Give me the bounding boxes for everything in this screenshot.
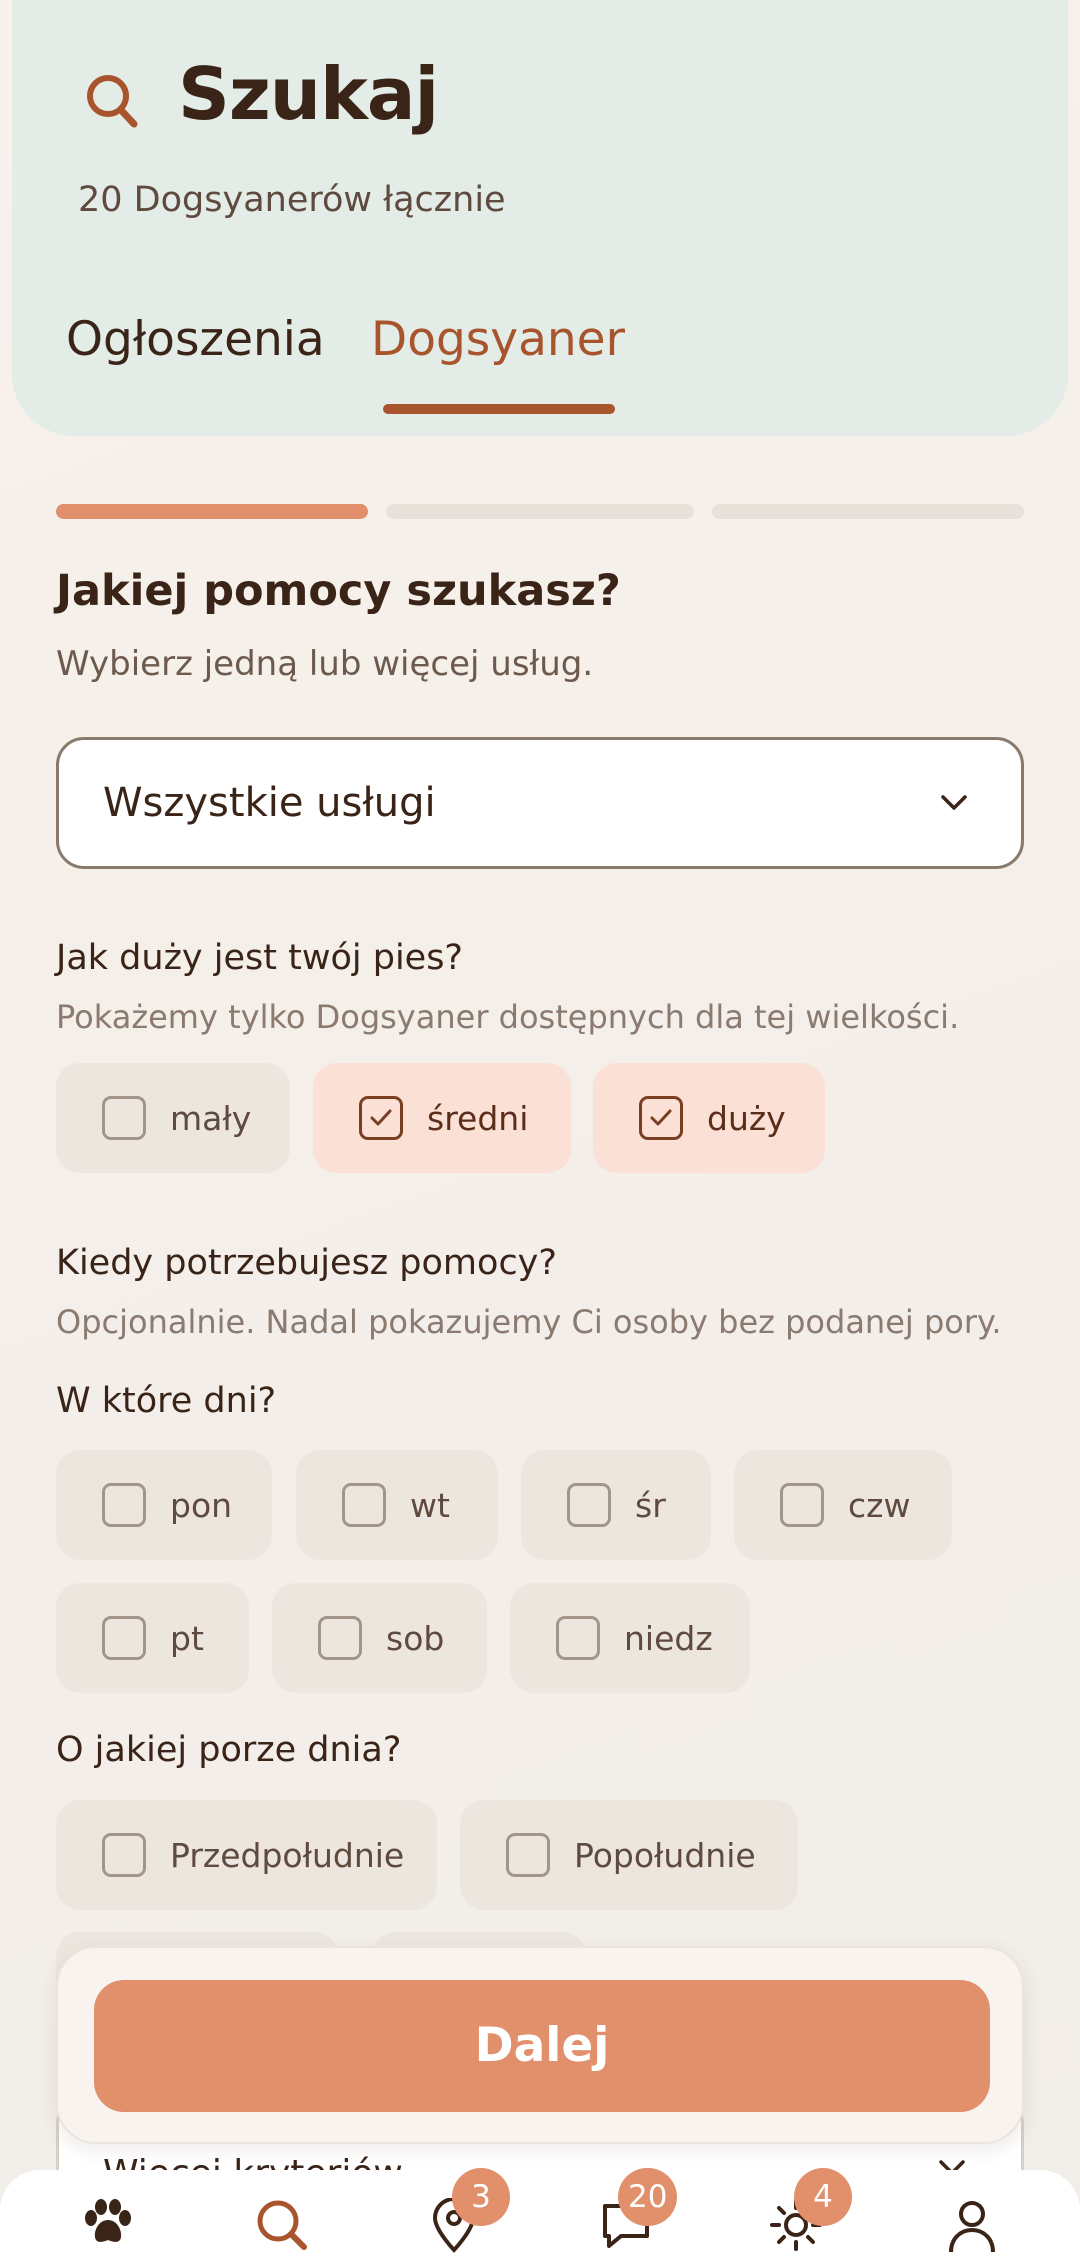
day-chip-wt[interactable]: wt [296, 1450, 498, 1560]
checkbox-unchecked-icon [506, 1833, 550, 1877]
search-icon [84, 70, 140, 130]
nav-item-activity[interactable]: 4 [746, 2168, 852, 2268]
search-icon [257, 2200, 307, 2250]
size-chip-large[interactable]: duży [593, 1063, 825, 1173]
time-label: O jakiej porze dnia? [56, 1730, 402, 1770]
day-chip-niedz[interactable]: niedz [510, 1583, 750, 1693]
day-chip-czw[interactable]: czw [734, 1450, 952, 1560]
checkbox-unchecked-icon [780, 1483, 824, 1527]
day-chip-sob[interactable]: sob [272, 1583, 487, 1693]
header: Szukaj 20 Dogsyanerów łącznie Ogłoszenia… [12, 0, 1068, 436]
services-heading: Jakiej pomocy szukasz? [56, 566, 621, 616]
checkbox-unchecked-icon [556, 1616, 600, 1660]
services-select[interactable]: Wszystkie usługi [56, 737, 1024, 869]
time-chip-morning[interactable]: Przedpołudnie [56, 1800, 437, 1910]
tab-dogsyaner[interactable]: Dogsyaner [371, 312, 625, 367]
chevron-down-icon [937, 788, 971, 818]
chip-label: pt [170, 1618, 204, 1658]
tab-ogloszenia[interactable]: Ogłoszenia [66, 312, 325, 367]
badge-count: 4 [794, 2168, 852, 2226]
cta-card: Dalej [56, 1946, 1024, 2144]
checkbox-unchecked-icon [567, 1483, 611, 1527]
checkbox-unchecked-icon [102, 1833, 146, 1877]
day-chip-sr[interactable]: śr [521, 1450, 711, 1560]
day-chip-pt[interactable]: pt [56, 1583, 249, 1693]
chip-label: duży [707, 1098, 786, 1138]
chip-label: Przedpołudnie [170, 1835, 405, 1875]
profile-icon [949, 2201, 995, 2253]
chip-label: pon [170, 1485, 233, 1525]
checkmark-icon [359, 1096, 403, 1140]
nav-item-map[interactable]: 3 [404, 2168, 510, 2268]
page-title: Szukaj [178, 52, 439, 136]
nav-item-messages[interactable]: 20 [576, 2168, 678, 2268]
results-count: 20 Dogsyanerów łącznie [78, 180, 506, 220]
checkbox-unchecked-icon [102, 1096, 146, 1140]
services-select-value: Wszystkie usługi [103, 780, 436, 826]
progress-step-1 [56, 504, 368, 519]
checkbox-unchecked-icon [342, 1483, 386, 1527]
chip-label: niedz [624, 1618, 713, 1658]
badge-count: 20 [618, 2168, 678, 2226]
chip-label: czw [848, 1485, 911, 1525]
progress-step-3 [712, 504, 1024, 519]
next-button[interactable]: Dalej [94, 1980, 990, 2112]
progress-step-2 [386, 504, 694, 519]
days-label: W które dni? [56, 1381, 277, 1421]
bottom-navigation: 3 20 4 [0, 2168, 1080, 2268]
size-hint: Pokażemy tylko Dogsyaner dostępnych dla … [56, 998, 960, 1036]
time-chip-afternoon[interactable]: Popołudnie [460, 1800, 798, 1910]
badge-count: 3 [452, 2168, 510, 2226]
nav-item-home[interactable] [58, 2170, 158, 2268]
checkmark-icon [639, 1096, 683, 1140]
checkbox-unchecked-icon [102, 1616, 146, 1660]
size-chip-medium[interactable]: średni [313, 1063, 571, 1173]
nav-item-profile[interactable] [922, 2170, 1022, 2268]
chip-label: Popołudnie [574, 1835, 756, 1875]
when-question: Kiedy potrzebujesz pomocy? [56, 1243, 557, 1283]
chip-label: wt [410, 1485, 450, 1525]
chip-label: średni [427, 1098, 529, 1138]
when-hint: Opcjonalnie. Nadal pokazujemy Ci osoby b… [56, 1303, 1002, 1341]
checkbox-unchecked-icon [102, 1483, 146, 1527]
day-chip-pon[interactable]: pon [56, 1450, 272, 1560]
active-tab-indicator [383, 404, 615, 414]
size-chip-small[interactable]: mały [56, 1063, 290, 1173]
checkbox-unchecked-icon [318, 1616, 362, 1660]
chip-label: sob [386, 1618, 445, 1658]
nav-item-search[interactable] [232, 2170, 332, 2268]
chip-label: śr [635, 1485, 666, 1525]
size-question: Jak duży jest twój pies? [56, 938, 464, 978]
services-description: Wybierz jedną lub więcej usług. [56, 644, 594, 684]
paw-icon [85, 2199, 131, 2242]
chip-label: mały [170, 1098, 252, 1138]
